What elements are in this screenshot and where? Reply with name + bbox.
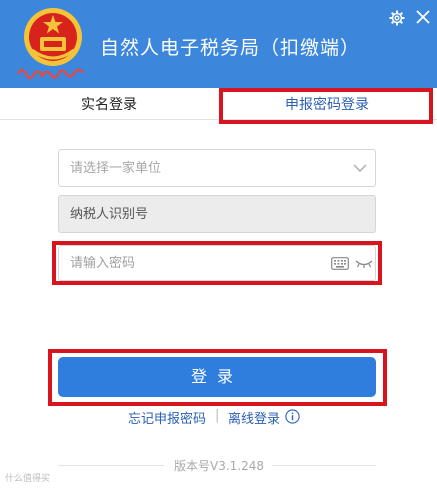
gear-icon[interactable] <box>389 10 405 26</box>
offline-login-link[interactable]: 离线登录 <box>228 408 280 427</box>
emblem-icon <box>24 8 82 66</box>
login-tabs: 实名登录 申报密码登录 <box>0 88 437 120</box>
app-title: 自然人电子税务局（扣缴端） <box>100 37 361 59</box>
login-button[interactable]: 登录 <box>58 357 376 397</box>
forgot-password-link[interactable]: 忘记申报密码 <box>128 408 206 427</box>
title-bar: 自然人电子税务局（扣缴端） <box>0 0 437 88</box>
taxpayer-id-label: 纳税人识别号 <box>70 207 149 222</box>
tab-report-password-login[interactable]: 申报密码登录 <box>222 88 432 120</box>
version-label: 版本号V3.1.248 <box>174 459 265 473</box>
keyboard-icon[interactable] <box>331 257 349 270</box>
chevron-down-icon[interactable] <box>353 162 367 174</box>
link-separator: | <box>215 408 220 423</box>
version-divider-right <box>272 465 376 466</box>
tab-realname-login[interactable]: 实名登录 <box>0 88 218 120</box>
login-links: 忘记申报密码 | 离线登录 <box>0 408 437 428</box>
brand-signature-icon <box>17 68 84 80</box>
watermark-text: 什么值得买 <box>5 474 51 484</box>
close-icon[interactable] <box>416 10 430 24</box>
unit-select[interactable]: 请选择一家单位 <box>58 149 376 187</box>
password-field[interactable]: 请输入密码 <box>58 245 376 281</box>
taxpayer-id-field: 纳税人识别号 <box>58 195 376 233</box>
eye-closed-icon[interactable] <box>355 257 373 269</box>
password-placeholder: 请输入密码 <box>70 256 136 271</box>
unit-select-placeholder: 请选择一家单位 <box>70 161 162 176</box>
version-divider-left <box>58 465 164 466</box>
info-icon[interactable] <box>285 409 300 424</box>
